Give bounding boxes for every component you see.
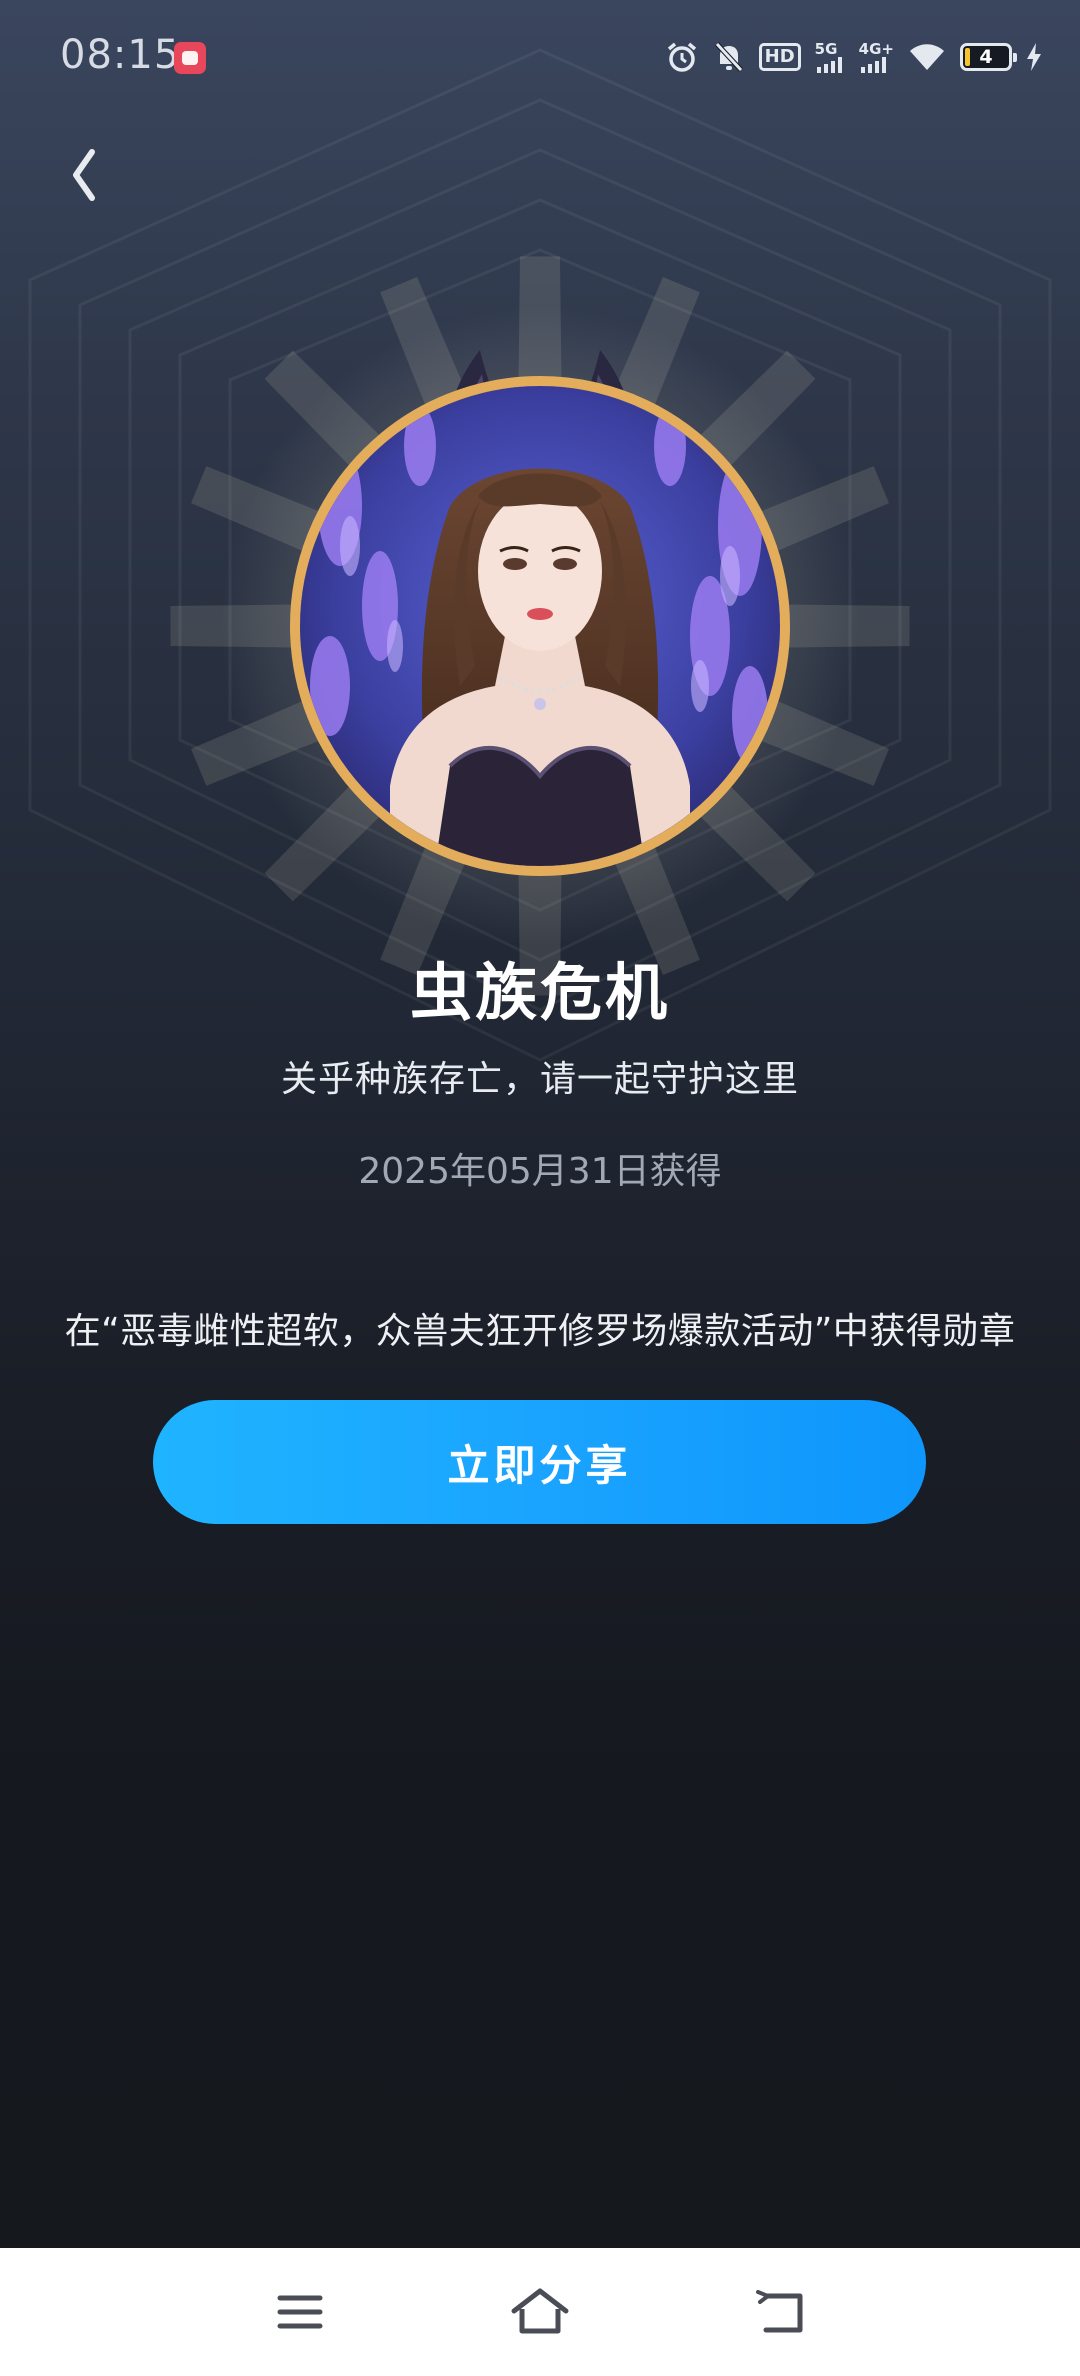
hd-icon: HD bbox=[758, 43, 801, 71]
status-bar: 08:15 HD 5G 4G+ 4 bbox=[0, 0, 1080, 116]
signal-4g-icon: 4G+ bbox=[859, 41, 894, 73]
medal-subtitle: 关乎种族存亡，请一起守护这里 bbox=[280, 1059, 799, 1100]
mute-icon bbox=[713, 40, 745, 74]
share-button[interactable]: 立即分享 bbox=[153, 1400, 926, 1524]
charging-icon bbox=[1026, 43, 1042, 71]
wifi-icon bbox=[908, 42, 946, 72]
medal-description: 在“恶毒雌性超软，众兽夫狂开修罗场爆款活动”中获得勋章 bbox=[64, 1311, 1016, 1352]
home-button[interactable] bbox=[500, 2274, 580, 2350]
system-back-button[interactable] bbox=[740, 2274, 820, 2350]
signal-5g-icon: 5G bbox=[815, 41, 845, 73]
medal-title: 虫族危机 bbox=[409, 956, 670, 1029]
character-portrait-badge bbox=[300, 386, 780, 866]
battery-icon: 4 bbox=[960, 43, 1017, 71]
navigation-bar bbox=[0, 2248, 1080, 2376]
medal-detail-screen: 08:15 HD 5G 4G+ 4 虫族危机 关乎种族存亡，请一起守护这里 20… bbox=[0, 0, 1080, 2248]
status-time: 08:15 bbox=[60, 32, 181, 78]
medal-badge-image bbox=[290, 376, 790, 876]
back-button[interactable] bbox=[56, 140, 112, 210]
menu-button[interactable] bbox=[260, 2274, 340, 2350]
chevron-left-icon bbox=[73, 149, 95, 201]
obtained-date: 2025年05月31日获得 bbox=[358, 1151, 722, 1192]
back-icon bbox=[756, 2290, 803, 2333]
alarm-icon bbox=[665, 40, 699, 74]
menu-icon bbox=[277, 2295, 323, 2329]
app-notification-icon bbox=[174, 42, 206, 74]
home-icon bbox=[511, 2288, 569, 2334]
